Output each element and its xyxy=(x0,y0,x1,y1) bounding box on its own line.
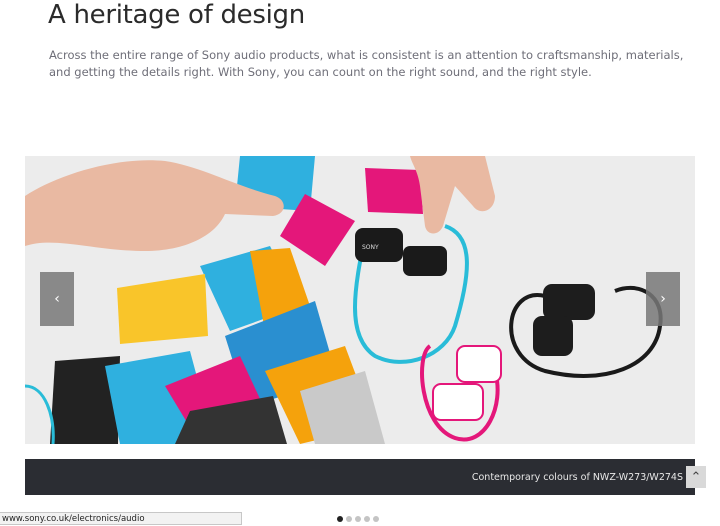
page-title: A heritage of design xyxy=(48,0,305,30)
back-to-top-button[interactable]: ⌃ xyxy=(686,466,706,488)
carousel-next-button[interactable]: › xyxy=(646,272,680,326)
magenta-swatch xyxy=(365,168,423,214)
black-earpiece xyxy=(543,284,595,320)
carousel-dot[interactable] xyxy=(346,516,352,522)
slide-caption: Contemporary colours of NWZ-W273/W274S xyxy=(471,472,683,483)
status-bar-url: www.sony.co.uk/electronics/audio xyxy=(0,512,242,525)
carousel-prev-button[interactable]: ‹ xyxy=(40,272,74,326)
intro-paragraph: Across the entire range of Sony audio pr… xyxy=(49,48,684,79)
caption-bar: Contemporary colours of NWZ-W273/W274S xyxy=(25,459,695,495)
magenta-earpiece xyxy=(456,345,502,383)
product-brand-text: SONY xyxy=(362,244,379,251)
carousel-dot[interactable] xyxy=(355,516,361,522)
carousel-dot[interactable] xyxy=(337,516,343,522)
carousel-pagination xyxy=(337,516,379,522)
black-earpiece xyxy=(533,316,573,356)
magenta-earpiece xyxy=(432,383,484,421)
carousel-dot[interactable] xyxy=(373,516,379,522)
carousel-slide-image: SONY xyxy=(25,156,695,444)
carousel-dot[interactable] xyxy=(364,516,370,522)
cyan-earpiece xyxy=(403,246,447,276)
